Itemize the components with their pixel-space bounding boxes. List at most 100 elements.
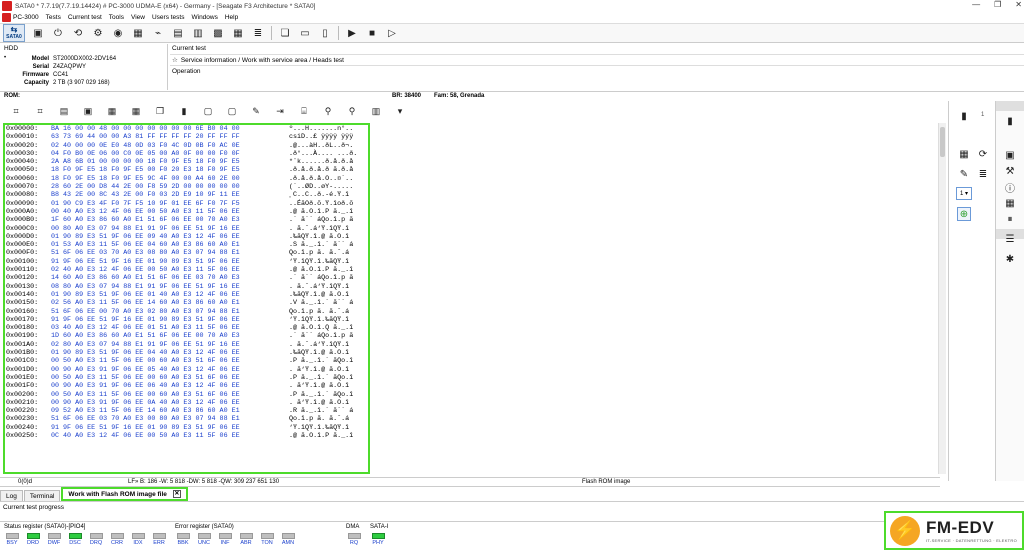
hex-row[interactable]: 0x00110: 02 40 A0 E3 12 4F 06 EE 00 50 A0… (5, 266, 368, 274)
hex-row[interactable]: 0x00000: BA 16 00 00 48 00 00 00 00 00 00… (5, 125, 368, 133)
document-icon[interactable]: ▯ (318, 26, 332, 40)
hex-row[interactable]: 0x00140: 01 90 89 E3 51 9F 06 EE 01 40 A0… (5, 291, 368, 299)
cpu-icon[interactable]: ▦ (1003, 196, 1017, 210)
tab-terminal[interactable]: Terminal (23, 490, 61, 501)
hex-ascii[interactable]: Qo.î.p ã. ã.ˆ.á (287, 249, 349, 257)
hex-row[interactable]: 0x00210: 00 90 A0 E3 91 9F 06 EE 0A 40 A0… (5, 399, 368, 407)
reset-icon[interactable]: ⟲ (71, 26, 85, 40)
hex-ascii[interactable]: ‘Ÿ.îQŸ.î.‰ãQŸ.î (287, 258, 349, 266)
pause-icon[interactable]: ⏸ (1003, 212, 1017, 226)
layout-icon[interactable]: ▥ (369, 104, 383, 118)
hex-row[interactable]: 0x00080: B8 43 2E 00 8C 43 2E 00 F0 03 2D… (5, 191, 368, 199)
hex-row[interactable]: 0x00180: 03 40 A0 E3 12 4F 06 EE 01 51 A0… (5, 324, 368, 332)
hex-bytes[interactable]: 1F 60 A0 E3 86 60 A0 E1 51 6F 06 EE 00 7… (51, 216, 287, 224)
table-icon[interactable]: ▦ (231, 26, 245, 40)
hex-ascii[interactable]: .` ã`` áQo.î.p ã (287, 332, 353, 340)
copy-icon[interactable]: ❏ (278, 26, 292, 40)
menu-users-tests[interactable]: Users tests (152, 14, 185, 21)
tape-icon[interactable]: ▭ (298, 26, 312, 40)
sata-port-button[interactable]: ⇆ SATA0 (3, 24, 25, 42)
hex-bytes[interactable]: 63 73 69 44 00 00 A3 81 FF FF FF FF 20 F… (51, 133, 287, 141)
hex-bytes[interactable]: 02 40 A0 E3 12 4F 06 EE 00 50 A0 E3 11 5… (51, 266, 287, 274)
hex-bytes[interactable]: 04 F0 B0 0E 06 00 C0 0E 05 00 A0 0F 00 0… (51, 150, 287, 158)
hex-bytes[interactable]: 02 56 A0 E3 11 5F 06 EE 14 60 A0 E3 86 6… (51, 299, 287, 307)
sectors-icon[interactable]: ▥ (191, 26, 205, 40)
drive-id-icon[interactable]: ▣ (31, 26, 45, 40)
hex-bytes[interactable]: 00 90 A0 E3 91 9F 06 EE 0A 40 A0 E3 12 4… (51, 399, 287, 407)
hex-bytes[interactable]: BA 16 00 00 48 00 00 00 00 00 00 00 6E B… (51, 125, 287, 133)
hex-ascii[interactable]: csiD..£ ÿÿÿÿ ÿÿÿ (287, 133, 353, 141)
hex-row[interactable]: 0x000C0: 00 80 A0 E3 07 94 88 E1 91 9F 06… (5, 225, 368, 233)
hex-ascii[interactable]: .S ã._.î.` ã`` á (287, 241, 353, 249)
read-rom-icon[interactable]: ⌗ (9, 104, 23, 118)
chip-write-icon[interactable]: ▦ (129, 104, 143, 118)
hex-ascii[interactable]: .` ã`` áQo.î.p ã (287, 216, 353, 224)
wrench-icon[interactable]: ✱ (1003, 252, 1017, 266)
hex-bytes[interactable]: 51 6F 06 EE 03 70 A0 E3 00 80 A0 E3 07 9… (51, 415, 287, 423)
flash-icon[interactable]: ⌁ (151, 26, 165, 40)
play-icon[interactable]: ▶ (345, 26, 359, 40)
tab-flash-rom[interactable]: Work with Flash ROM image file ✕ (61, 487, 188, 501)
settings-icon[interactable]: ⚙ (91, 26, 105, 40)
hex-ascii[interactable]: .@ ã.O.î.Q ã._.î (287, 324, 353, 332)
add-module-icon[interactable]: ⊕ (957, 207, 971, 221)
hex-bytes[interactable]: 01 90 C9 E3 4F F0 7F F5 10 9F 01 EE 6F F… (51, 200, 287, 208)
write-rom-icon[interactable]: ⌗ (33, 104, 47, 118)
hex-ascii[interactable]: .` ã`` áQo.î.p ã (287, 274, 353, 282)
hex-bytes[interactable]: 00 50 A0 E3 11 5F 06 EE 00 60 A0 E3 51 6… (51, 374, 287, 382)
chip-icon[interactable]: ▦ (131, 26, 145, 40)
menu-view[interactable]: View (131, 14, 145, 21)
hex-bytes[interactable]: 01 90 89 E3 51 9F 06 EE 01 40 A0 E3 12 4… (51, 291, 287, 299)
hex-bytes[interactable]: 00 50 A0 E3 11 5F 06 EE 00 60 A0 E3 51 6… (51, 357, 287, 365)
hex-ascii[interactable]: . ã.ˆ.á‘Ÿ.îQŸ.î (287, 283, 349, 291)
hex-editor[interactable]: 0x00000: BA 16 00 00 48 00 00 00 00 00 00… (3, 123, 370, 474)
module-b-icon[interactable]: ▢ (225, 104, 239, 118)
menu-windows[interactable]: Windows (191, 14, 217, 21)
tab-log[interactable]: Log (0, 490, 23, 501)
hex-bytes[interactable]: 01 53 A0 E3 11 5F 06 EE 04 60 A0 E3 86 6… (51, 241, 287, 249)
hex-bytes[interactable]: 1D 60 A0 E3 86 60 A0 E1 51 6F 06 EE 00 7… (51, 332, 287, 340)
hex-bytes[interactable]: 00 90 A0 E3 91 9F 06 EE 05 40 A0 E3 12 4… (51, 366, 287, 374)
hex-bytes[interactable]: 91 9F 06 EE 51 9F 16 EE 01 90 89 E3 51 9… (51, 316, 287, 324)
hex-bytes[interactable]: 01 90 89 E3 51 9F 06 EE 09 40 A0 E3 12 4… (51, 233, 287, 241)
hex-ascii[interactable]: . ã‘Ÿ.î.@ ã.O.î (287, 382, 349, 390)
hex-ascii[interactable]: .P ã._.î.` ãQo.î (287, 374, 353, 382)
edit-icon[interactable]: ✎ (957, 167, 971, 181)
hex-ascii[interactable]: ..ÉãOð.õ.Ÿ.îoð.õ (287, 200, 353, 208)
hex-row[interactable]: 0x00230: 51 6F 06 EE 03 70 A0 E3 00 80 A0… (5, 415, 368, 423)
hex-bytes[interactable]: B8 43 2E 00 8C 43 2E 00 F0 03 2D E9 10 9… (51, 191, 287, 199)
hex-ascii[interactable]: .P ã._.î.` ãQo.î (287, 391, 353, 399)
hex-row[interactable]: 0x00010: 63 73 69 44 00 00 A3 81 FF FF FF… (5, 133, 368, 141)
hex-bytes[interactable]: 03 40 A0 E3 12 4F 06 EE 01 51 A0 E3 11 5… (51, 324, 287, 332)
stack-icon[interactable]: ≣ (251, 26, 265, 40)
hex-row[interactable]: 0x000B0: 1F 60 A0 E3 86 60 A0 E1 51 6F 06… (5, 216, 368, 224)
hex-ascii[interactable]: Qo.î.p ã. ã.ˆ.á (287, 415, 349, 423)
hex-row[interactable]: 0x000D0: 01 90 89 E3 51 9F 06 EE 09 40 A0… (5, 233, 368, 241)
table-icon[interactable]: ▦ (957, 147, 971, 161)
map-icon[interactable]: ▩ (211, 26, 225, 40)
hex-ascii[interactable]: ¸C..C..ð.-é.Ÿ.î (287, 191, 349, 199)
hex-row[interactable]: 0x00050: 18 F0 9F E5 18 F0 9F E5 00 F0 20… (5, 166, 368, 174)
hex-bytes[interactable]: 18 F0 9F E5 18 F0 9F E5 00 F0 20 E3 18 F… (51, 166, 287, 174)
hex-ascii[interactable]: .P ã._.î.` ãQo.î (287, 357, 353, 365)
hex-ascii[interactable]: .‰ãQŸ.î.@ ã.O.î (287, 349, 349, 357)
hex-row[interactable]: 0x000E0: 01 53 A0 E3 11 5F 06 EE 04 60 A0… (5, 241, 368, 249)
hex-ascii[interactable]: . ã.ˆ.á‘Ÿ.îQŸ.î (287, 225, 349, 233)
hex-row[interactable]: 0x001C0: 00 50 A0 E3 11 5F 06 EE 00 60 A0… (5, 357, 368, 365)
hex-bytes[interactable]: 14 60 A0 E3 86 60 A0 E1 51 6F 06 EE 03 7… (51, 274, 287, 282)
hex-row[interactable]: 0x00130: 08 80 A0 E3 07 94 88 E1 91 9F 06… (5, 283, 368, 291)
hex-ascii[interactable]: ‘Ÿ.îQŸ.î.‰ãQŸ.î (287, 424, 349, 432)
hex-bytes[interactable]: 09 52 A0 E3 11 5F 06 EE 14 60 A0 E3 86 6… (51, 407, 287, 415)
hex-ascii[interactable]: . ã‘Ÿ.î.@ ã.O.î (287, 366, 349, 374)
hex-bytes[interactable]: 18 F0 9F E5 18 F0 9F E5 9C 4F 00 00 A4 6… (51, 175, 287, 183)
hex-row[interactable]: 0x001B0: 01 90 89 E3 51 9F 06 EE 04 40 A0… (5, 349, 368, 357)
tool-icon[interactable]: ⚒ (1003, 164, 1017, 178)
sliders-icon[interactable]: ☰ (1003, 232, 1017, 246)
grid-icon[interactable]: ▤ (171, 26, 185, 40)
minimize-button[interactable]: — (972, 0, 980, 9)
open-file-icon[interactable]: ▤ (57, 104, 71, 118)
hex-bytes[interactable]: 51 6F 06 EE 00 70 A0 E3 02 80 A0 E3 07 9… (51, 308, 287, 316)
vertical-scrollbar[interactable] (938, 123, 946, 474)
search-icon[interactable]: ⚲ (321, 104, 335, 118)
hex-bytes[interactable]: 02 80 A0 E3 07 94 88 E1 91 9F 06 EE 51 9… (51, 341, 287, 349)
